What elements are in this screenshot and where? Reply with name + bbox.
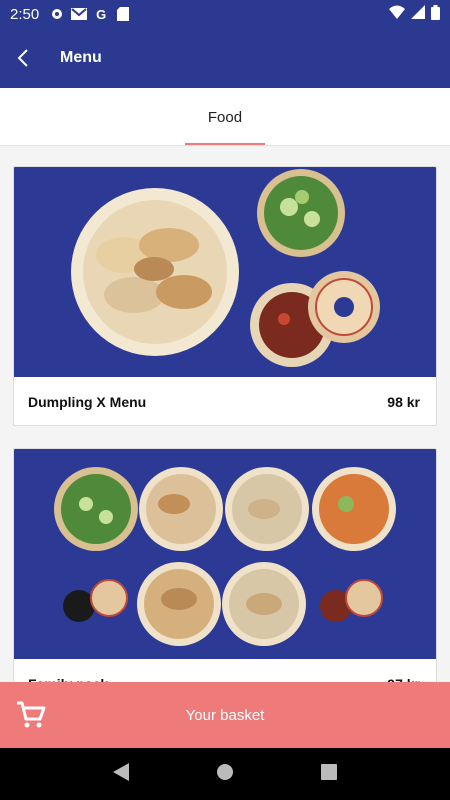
tab-indicator: [185, 143, 265, 145]
menu-item-name: Dumpling X Menu: [28, 394, 147, 410]
menu-item-image: [14, 449, 436, 659]
wifi-icon: [389, 5, 405, 23]
app-bar: Menu: [0, 28, 450, 88]
sd-card-icon: [115, 6, 131, 22]
tab-food[interactable]: Food: [185, 88, 265, 146]
page-title: Menu: [60, 49, 102, 66]
battery-icon: [431, 4, 440, 24]
back-button[interactable]: [0, 28, 46, 88]
signal-icon: [411, 5, 425, 23]
status-time: 2:50: [10, 5, 40, 23]
google-icon: G: [96, 6, 107, 22]
status-bar: 2:50 G: [0, 0, 450, 28]
status-right-icons: [389, 4, 440, 24]
cart-icon: [16, 701, 46, 733]
gmail-icon: [71, 6, 88, 22]
menu-item-image: [14, 167, 436, 377]
system-nav-bar: [0, 748, 450, 800]
basket-button[interactable]: Your basket: [0, 682, 450, 748]
menu-item-price: 98 kr: [387, 394, 420, 410]
basket-label: Your basket: [185, 706, 265, 724]
nav-recents-icon[interactable]: [320, 763, 337, 785]
tab-bar: Food: [0, 88, 450, 146]
back-arrow-icon: [17, 49, 28, 67]
nav-home-icon[interactable]: [216, 763, 234, 786]
menu-item-card[interactable]: Dumpling X Menu 98 kr: [13, 166, 437, 426]
settings-icon: [49, 6, 65, 22]
nav-back-icon[interactable]: [113, 762, 130, 786]
menu-item-info: Dumpling X Menu 98 kr: [14, 377, 436, 425]
